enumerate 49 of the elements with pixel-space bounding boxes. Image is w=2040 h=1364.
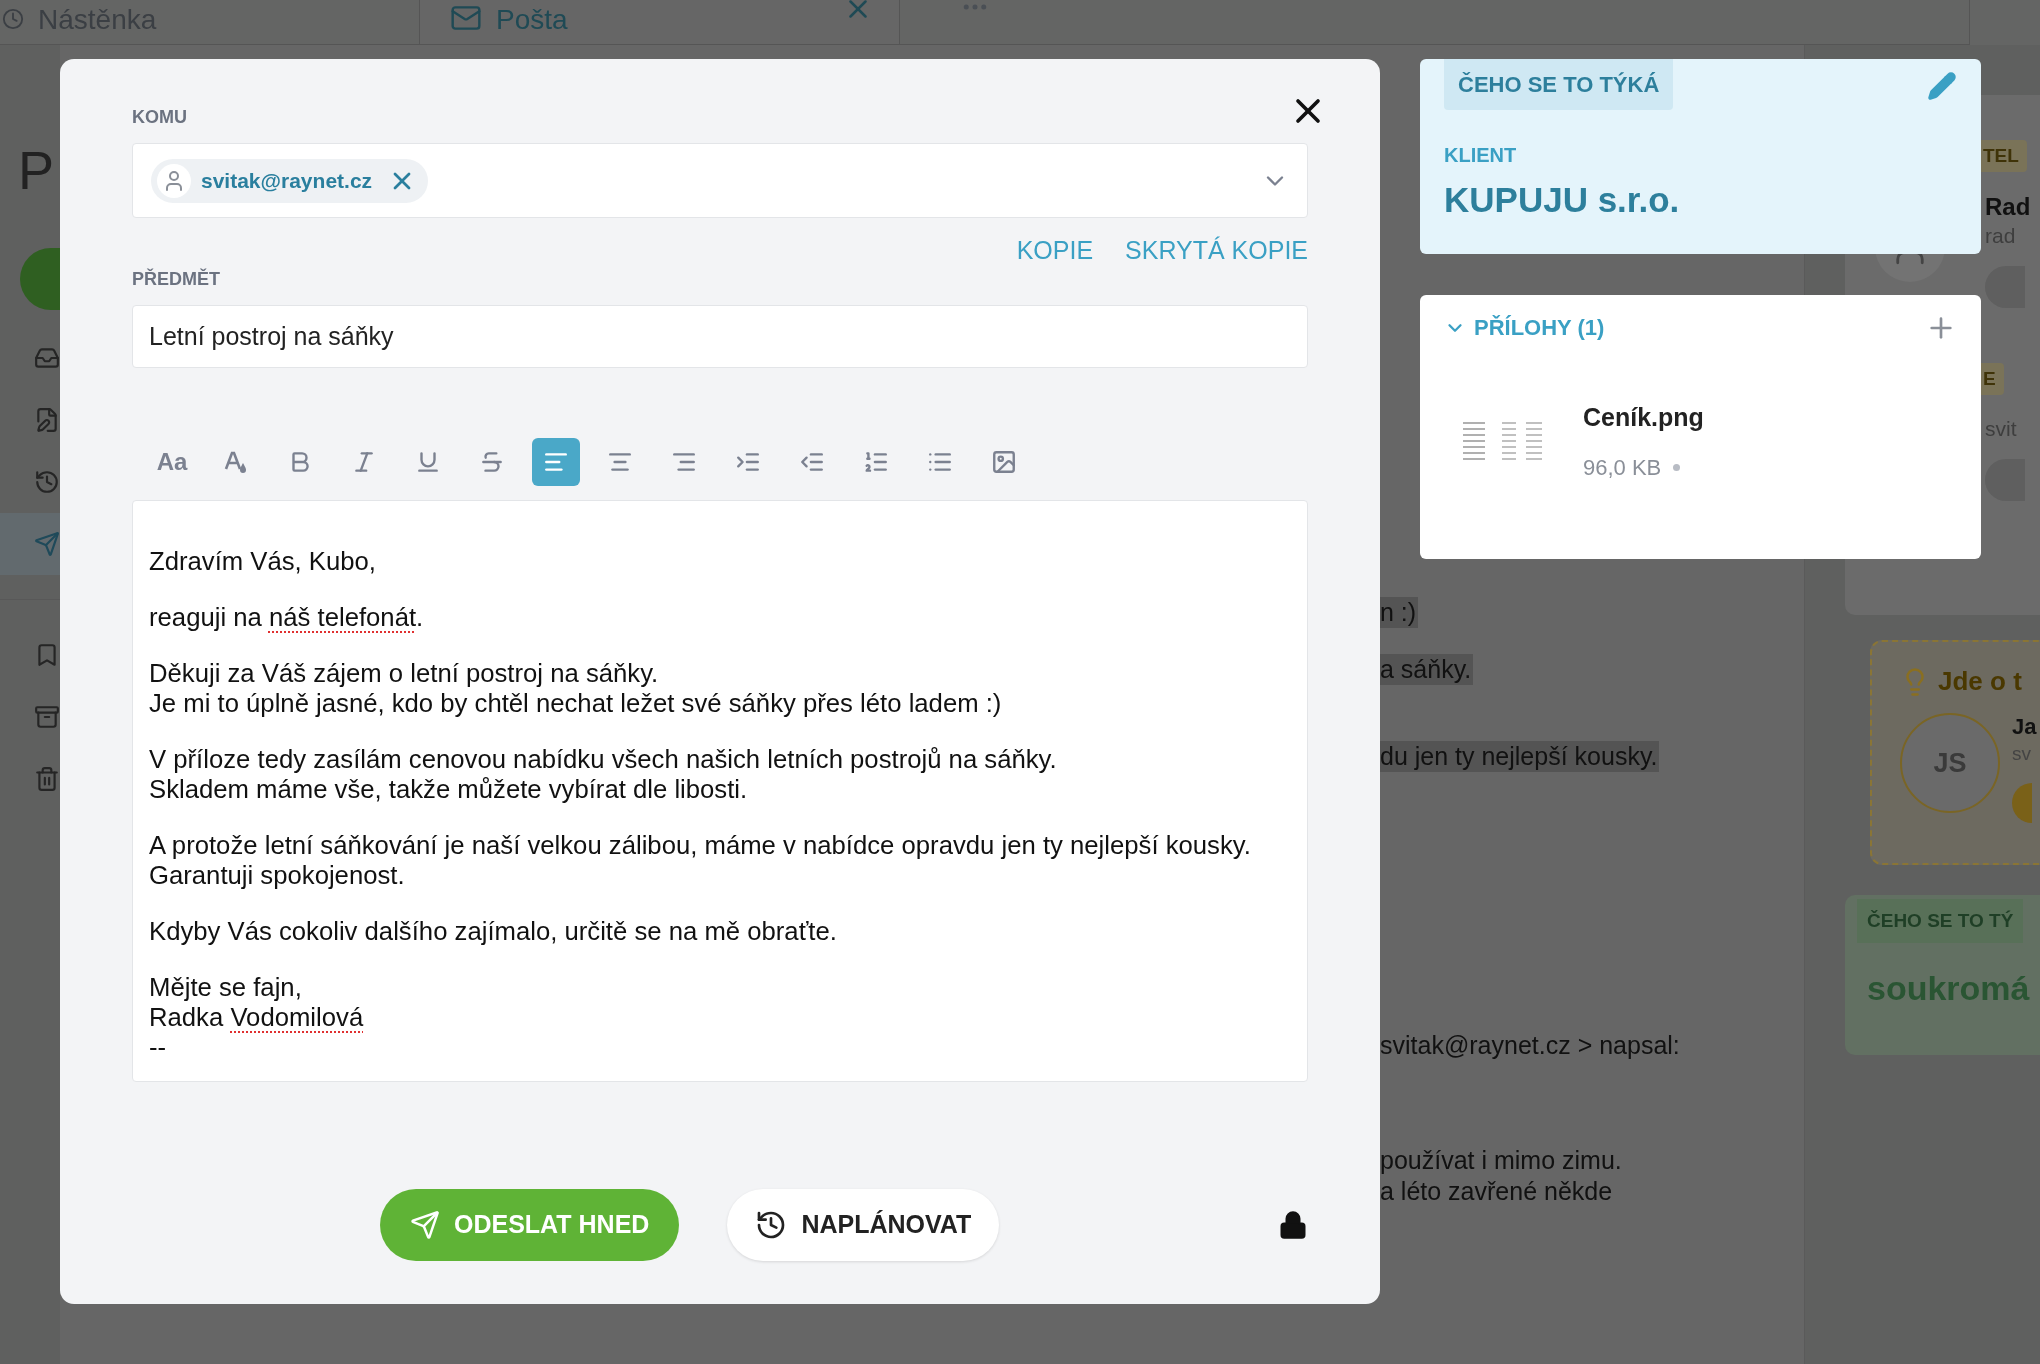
send-now-button[interactable]: ODESLAT HNED bbox=[380, 1189, 680, 1261]
email-text-fragment: du jen ty nejlepší kousky. bbox=[1378, 741, 1660, 772]
cc-link[interactable]: KOPIE bbox=[1016, 232, 1094, 266]
related-type: KLIENT bbox=[1444, 143, 1517, 168]
email-paragraph: A protože letní sáňkování je naší velkou zálibou, máme v nabídce opravdu jen ty nejlepší kousky. Garantuji spokojenost. bbox=[149, 830, 1251, 890]
suggested-contact-name: Ja bbox=[2012, 713, 2037, 741]
align-left-tool-button[interactable] bbox=[532, 438, 580, 486]
file-name[interactable]: Ceník.png bbox=[1583, 399, 1704, 437]
related-name: KUPUJU s.r.o. bbox=[1444, 179, 1680, 221]
recipient-chip[interactable]: svitak@raynet.cz bbox=[151, 158, 429, 203]
person-icon bbox=[157, 163, 191, 198]
subject-field[interactable]: Letní postroj na sáňky bbox=[132, 305, 1308, 368]
bcc-link[interactable]: SKRYTÁ KOPIE bbox=[1125, 232, 1308, 266]
contact-name: Rad bbox=[1985, 192, 2031, 222]
font-color-icon bbox=[223, 449, 249, 475]
relation-badge: ČEHO SE TO TÝ bbox=[1857, 899, 2024, 943]
recipient-field[interactable]: svitak@raynet.cz bbox=[132, 143, 1308, 218]
email-text-fragment: n :) bbox=[1378, 597, 1419, 628]
send-icon bbox=[410, 1210, 440, 1240]
section-badge: ČEHO SE TO TÝKÁ bbox=[1444, 59, 1674, 110]
trash-icon bbox=[34, 764, 60, 794]
strikethrough-icon bbox=[479, 449, 505, 475]
sidebar-item[interactable] bbox=[0, 513, 60, 575]
font-size-tool-button[interactable]: Aa bbox=[148, 438, 196, 486]
sent-icon bbox=[34, 529, 60, 559]
attachments-toggle[interactable]: PŘÍLOHY (1) bbox=[1444, 311, 1605, 344]
draft-icon bbox=[34, 405, 60, 435]
email-paragraph: Děkuji za Váš zájem o letní postroj na sáňky. Je mi to úplně jasné, kdo by chtěl nechat ležet své sáňky přes léto ladem :) bbox=[149, 658, 1002, 718]
field-label: PŘEDMĚT bbox=[132, 267, 220, 291]
email-text-fragment: a sáňky. bbox=[1378, 654, 1474, 685]
numbered-list-icon bbox=[863, 449, 889, 475]
email-paragraph: Zdravím Vás, Kubo, bbox=[149, 546, 376, 576]
image-icon bbox=[991, 449, 1017, 475]
underline-icon bbox=[415, 449, 441, 475]
email-paragraph: Mějte se fajn, Radka Vodomilová -- bbox=[149, 972, 364, 1062]
file-size: 96,0 KB bbox=[1583, 453, 1662, 482]
message-editor[interactable] bbox=[132, 500, 1308, 1082]
field-label: KOMU bbox=[132, 106, 187, 129]
schedule-button[interactable]: NAPLÁNOVAT bbox=[727, 1189, 1000, 1261]
edit-icon[interactable] bbox=[1927, 71, 1957, 101]
page-title: P bbox=[18, 140, 55, 200]
lock-icon[interactable] bbox=[1278, 1210, 1308, 1240]
relation-value: soukromá bbox=[1867, 968, 2031, 1009]
tab-label: Pošta bbox=[496, 3, 568, 37]
recipient-email: svitak@raynet.cz bbox=[201, 167, 373, 194]
email-paragraph: V příloze tedy zasílám cenovou nabídku všech našich letních postrojů na sáňky. Skladem máme vše, takže můžete vybírat dle libosti. bbox=[149, 744, 1057, 804]
email-paragraph: reaguji na náš telefonát. bbox=[149, 602, 424, 632]
suggestion-title: Jde o t bbox=[1938, 665, 2022, 698]
email-paragraph: Kdyby Vás cokoliv dalšího zajímalo, určitě se na mě obraťte. bbox=[149, 916, 837, 946]
